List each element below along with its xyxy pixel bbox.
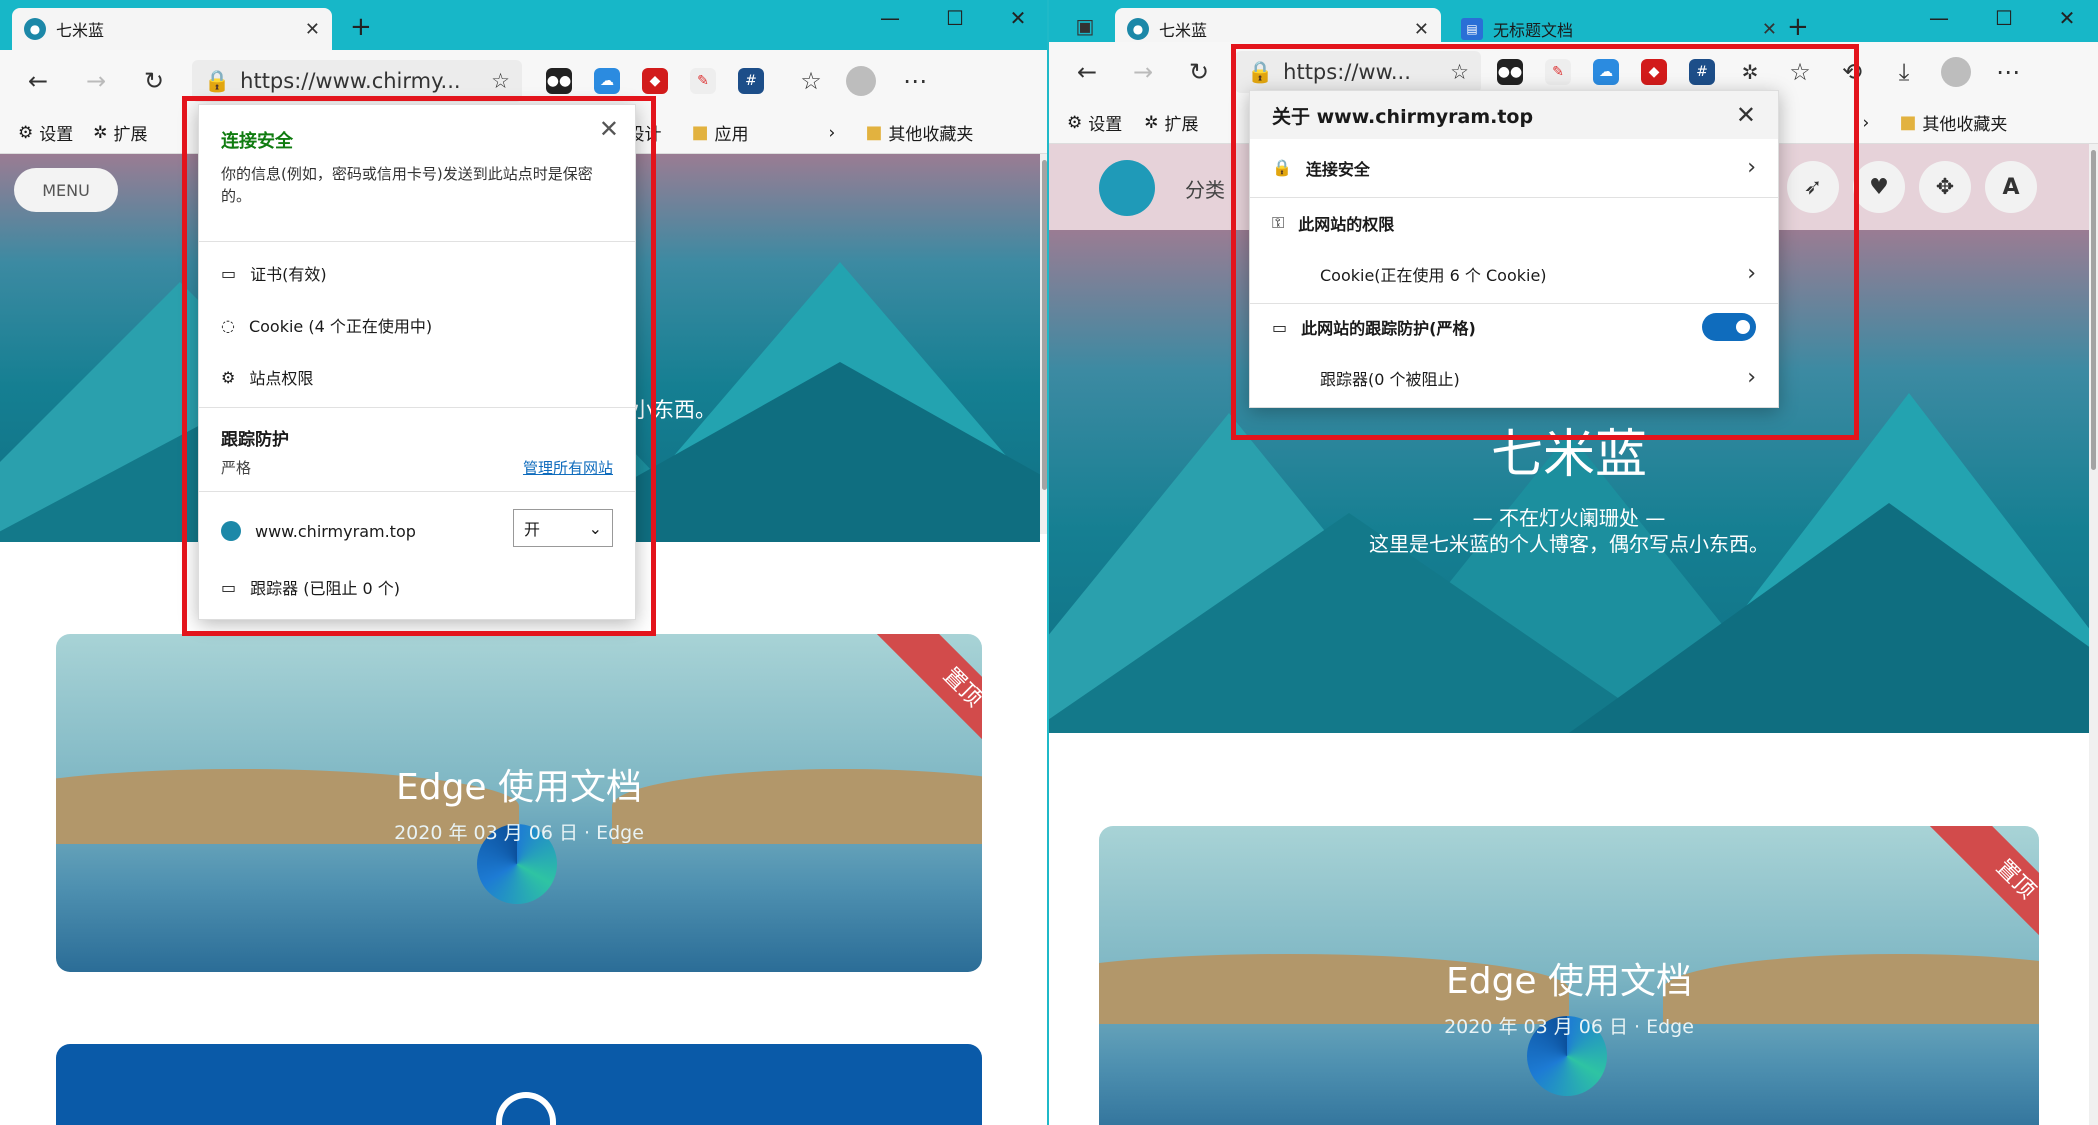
gear-icon: ⚙ [18,122,34,143]
post-meta: 2020 年 03 月 06 日 · Edge [1444,1016,1694,1038]
post-card-edge-docs[interactable]: Edge 使用文档 2020 年 03 月 06 日 · Edge 置顶 [1099,826,2039,1125]
highlight-box [182,96,656,636]
post-card-edge-docs[interactable]: Edge 使用文档 2020 年 03 月 06 日 · Edge 置顶 [56,634,982,972]
site-favicon-icon: ● [24,18,46,40]
fav-apps[interactable]: ■ 应用 [692,120,749,145]
fav-settings-label: 设置 [39,125,74,145]
new-tab-button[interactable]: + [1787,12,1809,42]
lock-arc-icon [496,1092,556,1125]
fav-apps-label: 应用 [714,125,749,145]
fav-overflow-chevron[interactable]: › [1863,113,1870,133]
back-button[interactable]: ← [1065,50,1109,94]
url-text: https://www.chirmy... [240,69,461,93]
tab-title: 七米蓝 [56,21,105,40]
minimize-button[interactable]: — [1919,6,1959,30]
more-menu-icon[interactable]: ⋯ [1986,50,2030,94]
close-window-button[interactable]: ✕ [2047,6,2087,30]
close-tab-icon[interactable]: ✕ [305,19,320,40]
puzzle-icon: ✲ [93,122,108,143]
title-bar: ● 七米蓝 ✕ + — ☐ ✕ [0,0,1047,50]
puzzle-icon: ✲ [1144,112,1159,133]
site-logo[interactable] [1099,160,1155,216]
highlight-box [1231,44,1859,440]
scrollbar[interactable] [2089,144,2098,1125]
extension-tampermonkey-icon[interactable]: ●● [546,68,572,94]
tab-qimilan[interactable]: ● 七米蓝 ✕ [12,8,332,50]
fav-extensions[interactable]: ✲ 扩展 [93,120,148,146]
fav-extensions-label: 扩展 [113,125,148,145]
extension-ublock-icon[interactable]: ◆ [642,68,668,94]
downloads-icon[interactable]: ⤓ [1882,50,1926,94]
fav-settings[interactable]: ⚙ 设置 [1067,110,1123,136]
hero-subtitle: — 不在灯火阑珊处 — [1472,506,1666,530]
forward-button[interactable]: → [74,59,118,103]
fav-extensions[interactable]: ✲ 扩展 [1144,110,1199,136]
nav-heart-icon[interactable]: ♥ [1853,161,1905,213]
hero-tagline: 这里是七米蓝的个人博客，偶尔写点小东西。 [1369,532,1769,556]
maximize-button[interactable]: ☐ [1984,6,2024,30]
new-tab-button[interactable]: + [350,12,372,42]
folder-icon: ■ [865,122,883,143]
fav-other[interactable]: ■ 其他收藏夹 [865,120,973,145]
nav-font-icon[interactable]: A [1985,161,2037,213]
nav-category[interactable]: 分类 [1185,174,1225,203]
refresh-button[interactable]: ↻ [1177,50,1221,94]
fav-other[interactable]: ■ 其他收藏夹 [1899,110,2007,135]
fav-settings-label: 设置 [1088,115,1123,135]
forward-button[interactable]: → [1121,50,1165,94]
extension-cloud-icon[interactable]: ☁ [594,68,620,94]
site-favicon-icon: ● [1127,18,1149,40]
profile-avatar[interactable] [1934,50,1978,94]
post-meta: 2020 年 03 月 06 日 · Edge [394,822,644,844]
more-menu-icon[interactable]: ⋯ [893,59,937,103]
refresh-button[interactable]: ↻ [132,59,176,103]
gear-icon: ⚙ [1067,112,1083,133]
minimize-button[interactable]: — [870,6,910,30]
post-title[interactable]: Edge 使用文档 [1099,952,2039,1004]
extension-pen-icon[interactable]: ✎ [690,68,716,94]
left-browser-window: ● 七米蓝 ✕ + — ☐ ✕ ← → ↻ 🔒 https://www.chir… [0,0,1049,1125]
favorites-icon[interactable]: ☆ [789,59,833,103]
maximize-button[interactable]: ☐ [935,6,975,30]
lock-icon[interactable]: 🔒 [204,69,230,94]
fav-overflow-chevron[interactable]: › [829,123,836,143]
add-favorite-icon[interactable]: ☆ [491,69,510,93]
nav-move-icon[interactable]: ✥ [1919,161,1971,213]
post-title[interactable]: Edge 使用文档 [56,758,982,810]
extension-hashtag-icon[interactable]: # [738,68,764,94]
fav-settings[interactable]: ⚙ 设置 [18,120,74,146]
document-icon: ▤ [1461,18,1483,40]
menu-button[interactable]: MENU [14,168,118,212]
fav-other-label: 其他收藏夹 [888,125,974,145]
post-card-second[interactable] [56,1044,982,1125]
scrollbar[interactable] [1040,154,1047,534]
right-browser-window: ▣ ● 七米蓝 ✕ ▤ 无标题文档 ✕ + — ☐ ✕ ← → ↻ 🔒 http… [1049,0,2098,1125]
folder-icon: ■ [691,122,709,143]
close-tab-icon[interactable]: ✕ [1762,19,1777,40]
close-tab-icon[interactable]: ✕ [1414,19,1429,40]
close-window-button[interactable]: ✕ [998,6,1038,30]
folder-icon: ■ [1899,112,1917,133]
fav-other-label: 其他收藏夹 [1922,115,2008,135]
tab-title: 七米蓝 [1159,21,1208,40]
tab-title: 无标题文档 [1493,21,1574,40]
profile-avatar[interactable] [839,59,883,103]
fav-extensions-label: 扩展 [1164,115,1199,135]
back-button[interactable]: ← [16,59,60,103]
